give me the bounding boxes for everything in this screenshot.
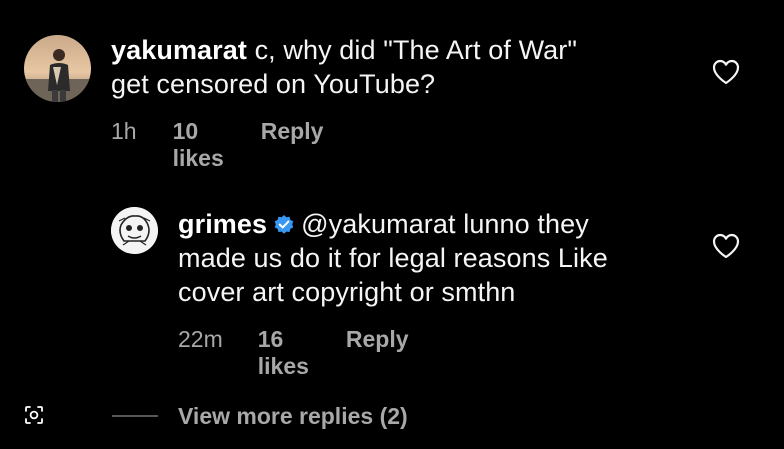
comment-body-line2: made us do it for legal reasons Like (178, 243, 608, 273)
avatar-photo-icon (24, 35, 91, 102)
likes-count[interactable]: 16 likes (258, 326, 309, 380)
username[interactable]: yakumarat (111, 35, 247, 65)
avatar-drawing-icon (111, 207, 158, 254)
comment-body-line1: c, why did "The Art of War" (246, 35, 578, 65)
scan-icon[interactable] (24, 405, 44, 425)
comment-body-line1: @yakumarat lunno they (301, 209, 589, 239)
divider-line (112, 415, 158, 417)
avatar-yakumarat[interactable] (24, 35, 91, 102)
comment-text: grimes @yakumarat lunno they made us do … (178, 207, 698, 309)
reply-button[interactable]: Reply (261, 118, 324, 145)
view-more-replies-label[interactable]: View more replies (2) (178, 403, 408, 430)
comment-meta: 22m 16 likes Reply (178, 326, 409, 380)
comment-text: yakumarat c, why did "The Art of War" ge… (111, 33, 701, 101)
heart-icon[interactable] (711, 232, 741, 260)
likes-count[interactable]: 10 likes (173, 118, 224, 172)
view-more-replies[interactable]: View more replies (2) (112, 401, 408, 431)
heart-icon[interactable] (711, 58, 741, 86)
timestamp: 1h (111, 118, 137, 144)
username[interactable]: grimes (178, 209, 267, 239)
verified-badge-icon (274, 215, 294, 234)
timestamp: 22m (178, 326, 223, 352)
comment-meta: 1h 10 likes Reply (111, 118, 323, 172)
comment-body-line3: cover art copyright or smthn (178, 277, 516, 307)
avatar-grimes[interactable] (111, 207, 158, 254)
comment-body-line2: get censored on YouTube? (111, 69, 436, 99)
reply-button[interactable]: Reply (346, 326, 409, 353)
